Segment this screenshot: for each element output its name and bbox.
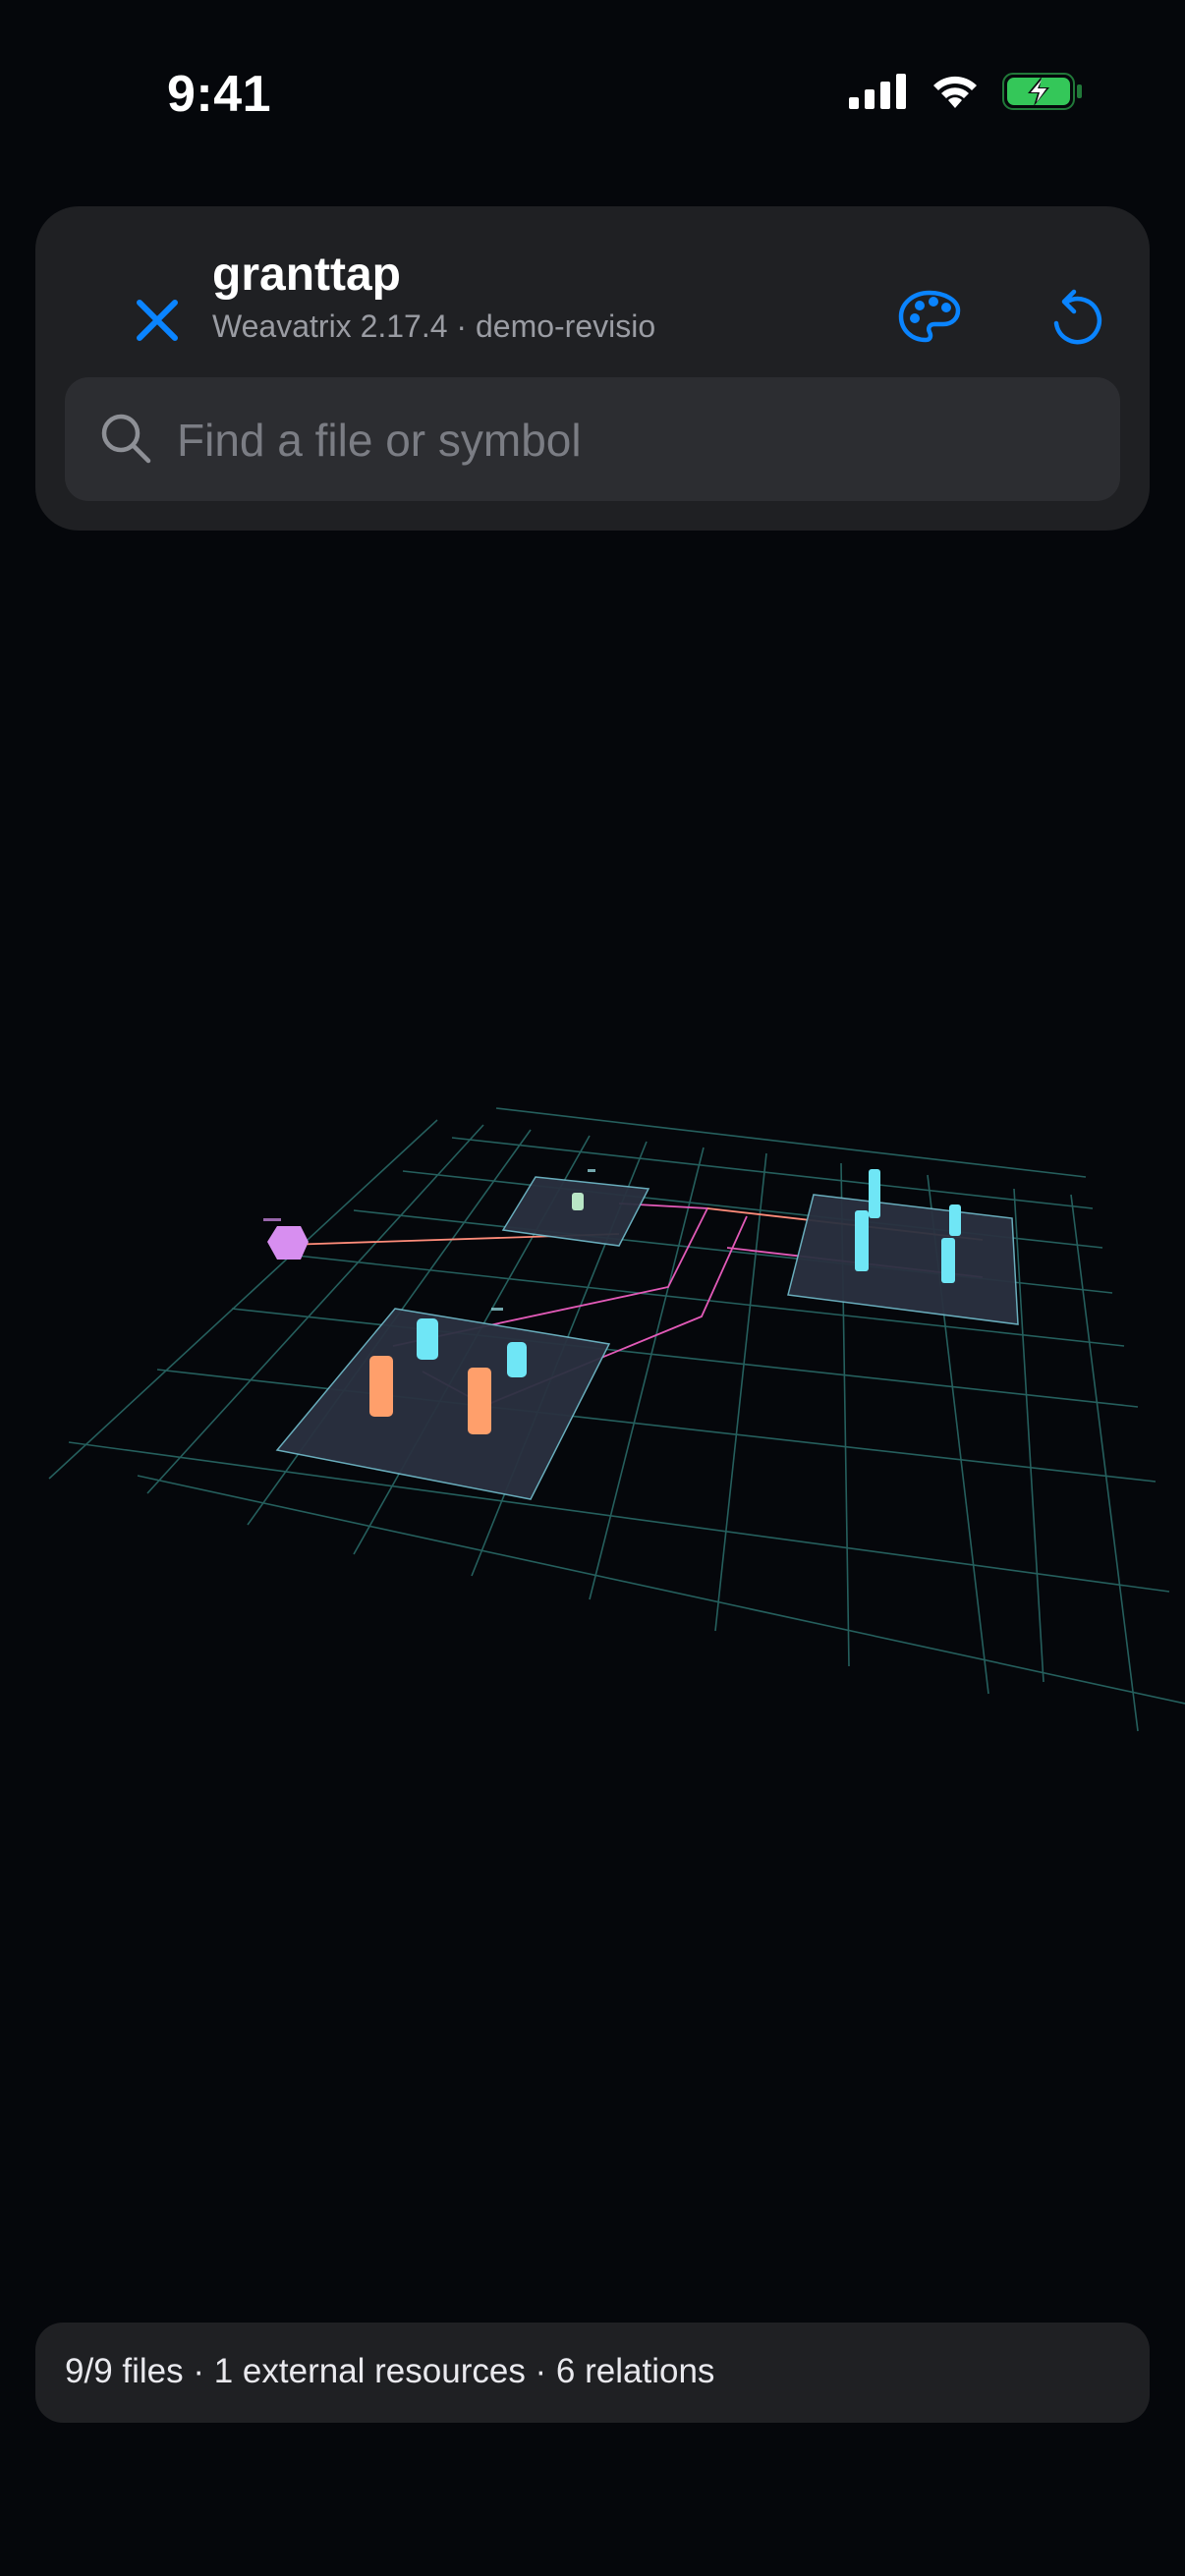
file-node bbox=[369, 1356, 393, 1417]
summary-text: 9/9 files · 1 external resources · 6 rel… bbox=[65, 2352, 715, 2390]
dependency-graph-canvas[interactable] bbox=[0, 0, 1185, 2576]
file-node bbox=[855, 1210, 869, 1271]
file-node bbox=[949, 1204, 961, 1236]
file-node bbox=[572, 1193, 584, 1210]
file-node bbox=[468, 1368, 491, 1434]
file-node bbox=[507, 1342, 527, 1377]
file-node bbox=[941, 1238, 955, 1283]
summary-bar: 9/9 files · 1 external resources · 6 rel… bbox=[35, 2323, 1150, 2423]
file-node bbox=[417, 1318, 438, 1360]
module-platform-left[interactable] bbox=[275, 1308, 611, 1500]
file-node bbox=[869, 1169, 880, 1218]
module-platform-top[interactable] bbox=[501, 1169, 650, 1247]
module-platform-right[interactable] bbox=[787, 1169, 1019, 1325]
external-resource-node[interactable] bbox=[263, 1218, 309, 1260]
